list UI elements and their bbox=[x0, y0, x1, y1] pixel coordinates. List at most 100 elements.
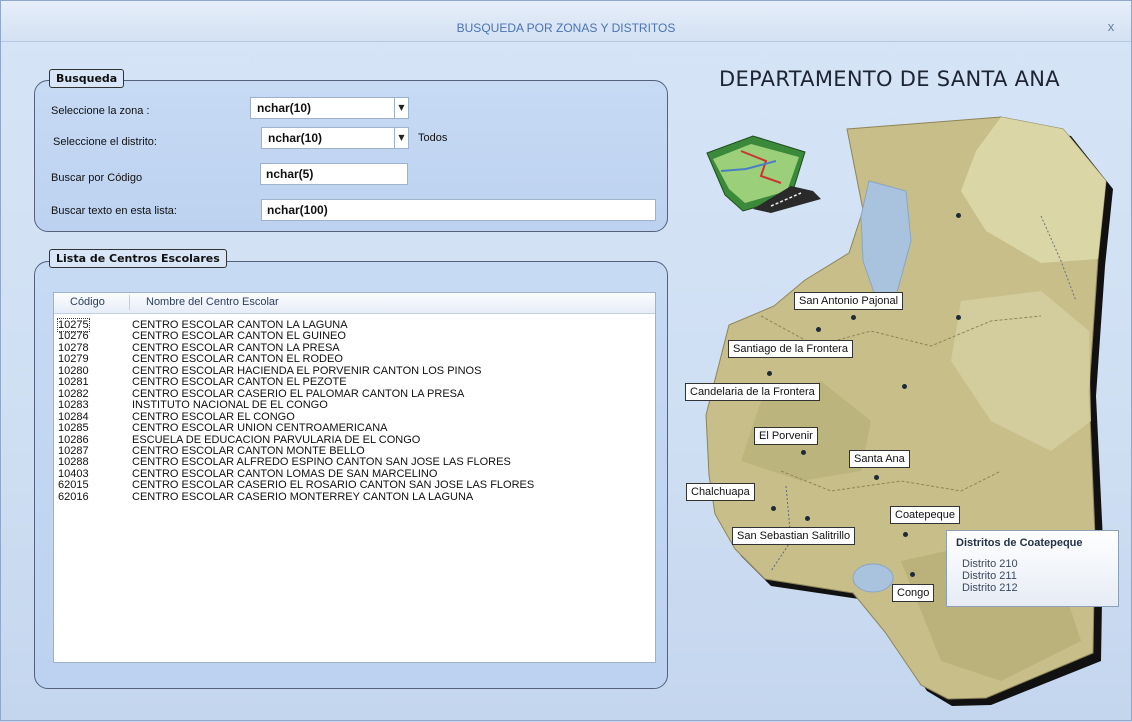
distrito-label: Seleccione el distrito: bbox=[53, 136, 157, 148]
map-label-santiago-frontera[interactable]: Santiago de la Frontera bbox=[728, 340, 853, 358]
map-point-dot bbox=[956, 315, 961, 320]
map-label-san-sebastian-salitrillo[interactable]: San Sebastian Salitrillo bbox=[732, 527, 856, 545]
codigo-input[interactable]: nchar(5) bbox=[260, 163, 408, 185]
school-code-cell: 10284 bbox=[58, 410, 89, 423]
school-code-cell: 10403 bbox=[58, 467, 89, 480]
map-label-congo[interactable]: Congo bbox=[892, 584, 935, 602]
school-code-cell: 10279 bbox=[58, 353, 89, 366]
map-label-coatepeque[interactable]: Coatepeque bbox=[890, 506, 960, 524]
school-code-cell: 10280 bbox=[58, 364, 89, 377]
map-point-dot bbox=[801, 450, 806, 455]
map-label-candelaria-frontera[interactable]: Candelaria de la Frontera bbox=[685, 383, 820, 401]
school-code-cell: 10278 bbox=[58, 341, 89, 354]
map-point-dot bbox=[816, 327, 821, 332]
texto-input[interactable]: nchar(100) bbox=[261, 199, 656, 221]
table-row[interactable]: 10284 CENTRO ESCOLAR EL CONGO bbox=[54, 411, 655, 423]
table-row[interactable]: 10281 CENTRO ESCOLAR CANTON EL PEZOTE bbox=[54, 376, 655, 388]
table-row[interactable]: 10280 CENTRO ESCOLAR HACIENDA EL PORVENIR… bbox=[54, 365, 655, 377]
texto-label: Buscar texto en esta lista: bbox=[51, 205, 177, 217]
map-point-dot bbox=[903, 532, 908, 537]
zona-dropdown-arrow-icon[interactable]: ▼ bbox=[395, 97, 409, 119]
school-name-cell: CENTRO ESCOLAR CANTON EL GUINEO bbox=[132, 330, 346, 343]
map-point-dot bbox=[771, 506, 776, 511]
map-point-dot bbox=[956, 213, 961, 218]
school-name-cell: INSTITUTO NACIONAL DE EL CONGO bbox=[132, 399, 328, 412]
school-code-cell: 10275 bbox=[57, 318, 90, 332]
school-code-cell: 62015 bbox=[58, 479, 89, 492]
table-row[interactable]: 62015 CENTRO ESCOLAR CASERIO EL ROSARIO C… bbox=[54, 479, 655, 491]
school-code-cell: 10288 bbox=[58, 456, 89, 469]
school-code-cell: 10283 bbox=[58, 399, 89, 412]
table-row[interactable]: 62016 CENTRO ESCOLAR CASERIO MONTERREY CA… bbox=[54, 491, 655, 503]
school-code-cell: 62016 bbox=[58, 490, 89, 503]
window-title: BUSQUEDA POR ZONAS Y DISTRITOS bbox=[456, 21, 676, 35]
tooltip-item: Distrito 210 bbox=[962, 558, 1018, 570]
map-point-dot bbox=[805, 516, 810, 521]
table-row[interactable]: 10287 CENTRO ESCOLAR CANTON MONTE BELLO bbox=[54, 445, 655, 457]
table-row[interactable]: 10275 CENTRO ESCOLAR CANTON LA LAGUNA bbox=[54, 318, 655, 332]
school-name-cell: CENTRO ESCOLAR CANTON LOMAS DE SAN MARCE… bbox=[132, 467, 438, 480]
school-code-cell: 10287 bbox=[58, 444, 89, 457]
column-header-nombre[interactable]: Nombre del Centro Escolar bbox=[146, 296, 279, 308]
title-bar[interactable]: BUSQUEDA POR ZONAS Y DISTRITOS x bbox=[1, 1, 1131, 42]
school-name-cell: CENTRO ESCOLAR CANTON LA PRESA bbox=[132, 341, 340, 354]
distrito-all-hint: Todos bbox=[418, 132, 448, 144]
map-lake-guija bbox=[860, 180, 912, 302]
districts-tooltip: Distritos de Coatepeque Distrito 210 Dis… bbox=[946, 530, 1119, 607]
map-point-dot bbox=[874, 475, 879, 480]
school-code-cell: 10281 bbox=[58, 376, 89, 389]
schools-listview[interactable]: Código Nombre del Centro Escolar 10275 CE… bbox=[53, 292, 656, 663]
table-row[interactable]: 10283 INSTITUTO NACIONAL DE EL CONGO bbox=[54, 399, 655, 411]
map-point-dot bbox=[767, 371, 772, 376]
map-point-dot bbox=[851, 315, 856, 320]
table-row[interactable]: 10288 CENTRO ESCOLAR ALFREDO ESPINO CANTO… bbox=[54, 456, 655, 468]
school-code-cell: 10286 bbox=[58, 433, 89, 446]
table-row[interactable]: 10403 CENTRO ESCOLAR CANTON LOMAS DE SAN … bbox=[54, 468, 655, 480]
distrito-select[interactable]: nchar(10) bbox=[261, 127, 395, 149]
column-header-codigo[interactable]: Código bbox=[70, 296, 105, 308]
search-group-legend: Busqueda bbox=[49, 69, 125, 88]
school-name-cell: CENTRO ESCOLAR CANTON EL PEZOTE bbox=[132, 376, 347, 389]
school-code-cell: 10282 bbox=[58, 387, 89, 400]
zona-label: Seleccione la zona : bbox=[51, 105, 150, 117]
tooltip-item: Distrito 211 bbox=[962, 570, 1017, 582]
tooltip-item: Distrito 212 bbox=[962, 582, 1018, 594]
school-name-cell: CENTRO ESCOLAR CASERIO EL ROSARIO CANTON… bbox=[132, 479, 535, 492]
distrito-dropdown-arrow-icon[interactable]: ▼ bbox=[395, 127, 409, 149]
school-name-cell: CENTRO ESCOLAR CASERIO EL PALOMAR CANTON… bbox=[132, 387, 465, 400]
map-land bbox=[705, 116, 1107, 700]
table-row[interactable]: 10286 ESCUELA DE EDUCACION PARVULARIA DE … bbox=[54, 434, 655, 446]
map-district-border-4 bbox=[1040, 215, 1077, 302]
school-name-cell: CENTRO ESCOLAR UNION CENTROAMERICANA bbox=[132, 422, 388, 435]
map-label-santa-ana[interactable]: Santa Ana bbox=[849, 450, 910, 468]
map-label-el-porvenir[interactable]: El Porvenir bbox=[754, 427, 818, 445]
school-name-cell: ESCUELA DE EDUCACION PARVULARIA DE EL CO… bbox=[132, 433, 421, 446]
school-name-cell: CENTRO ESCOLAR CANTON MONTE BELLO bbox=[132, 444, 365, 457]
school-code-cell: 10285 bbox=[58, 422, 89, 435]
map-label-chalchuapa[interactable]: Chalchuapa bbox=[686, 483, 755, 501]
table-row[interactable]: 10285 CENTRO ESCOLAR UNION CENTROAMERICAN… bbox=[54, 422, 655, 434]
school-name-cell: CENTRO ESCOLAR EL CONGO bbox=[132, 410, 295, 423]
zona-select[interactable]: nchar(10) bbox=[250, 97, 395, 119]
map-point-dot bbox=[910, 572, 915, 577]
tooltip-title: Distritos de Coatepeque bbox=[956, 537, 1083, 549]
map-district-border-2 bbox=[780, 470, 1002, 492]
map-lake-coatepeque bbox=[852, 563, 894, 593]
map-shadow bbox=[713, 123, 1113, 706]
school-name-cell: CENTRO ESCOLAR HACIENDA EL PORVENIR CANT… bbox=[132, 364, 482, 377]
school-code-cell: 10276 bbox=[58, 330, 89, 343]
table-row[interactable]: 10278 CENTRO ESCOLAR CANTON LA PRESA bbox=[54, 342, 655, 354]
map-label-san-antonio-pajonal[interactable]: San Antonio Pajonal bbox=[794, 292, 904, 310]
column-separator[interactable] bbox=[129, 295, 130, 310]
school-name-cell: CENTRO ESCOLAR CASERIO MONTERREY CANTON … bbox=[132, 490, 474, 503]
school-name-cell: CENTRO ESCOLAR CANTON LA LAGUNA bbox=[132, 319, 348, 331]
map-title: DEPARTAMENTO DE SANTA ANA bbox=[719, 67, 1060, 91]
map-terrain-light-2 bbox=[951, 291, 1091, 451]
map-road-icon bbox=[706, 135, 821, 213]
table-row[interactable]: 10276 CENTRO ESCOLAR CANTON EL GUINEO bbox=[54, 330, 655, 342]
table-row[interactable]: 10282 CENTRO ESCOLAR CASERIO EL PALOMAR C… bbox=[54, 388, 655, 400]
close-button[interactable]: x bbox=[1103, 19, 1119, 35]
school-name-cell: CENTRO ESCOLAR ALFREDO ESPINO CANTON SAN… bbox=[132, 456, 511, 469]
codigo-label: Buscar por Código bbox=[51, 172, 143, 184]
table-row[interactable]: 10279 CENTRO ESCOLAR CANTON EL RODEO bbox=[54, 353, 655, 365]
